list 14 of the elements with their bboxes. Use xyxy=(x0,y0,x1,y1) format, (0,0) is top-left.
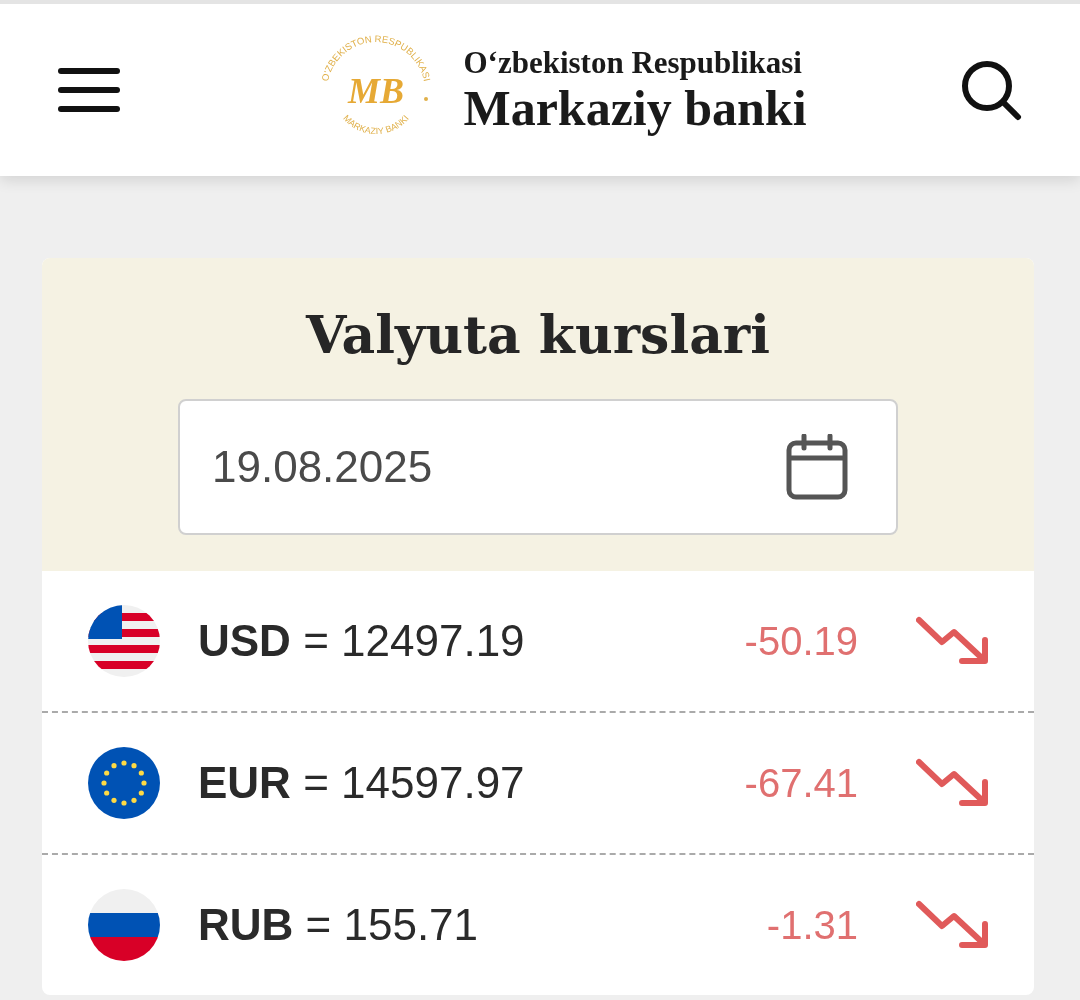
exchange-rate: EUR = 14597.97 xyxy=(198,758,526,808)
bank-subtitle: O‘zbekiston Respublikasi xyxy=(463,45,803,81)
bank-name: Markaziy banki xyxy=(463,81,807,135)
rate-change: -1.31 xyxy=(765,902,858,948)
search-icon[interactable] xyxy=(960,59,1022,121)
calendar-icon[interactable] xyxy=(786,434,848,500)
exchange-rate: USD = 12497.19 xyxy=(198,616,526,666)
logo-monogram: MB xyxy=(348,71,405,111)
rate-change: -67.41 xyxy=(743,760,858,806)
date-field[interactable]: 19.08.2025 xyxy=(178,399,898,535)
rate-change: -50.19 xyxy=(743,618,858,664)
exchange-rate: RUB = 155.71 xyxy=(198,900,480,950)
menu-icon[interactable] xyxy=(58,68,120,112)
page-title: Valyuta kurslari xyxy=(306,304,770,365)
